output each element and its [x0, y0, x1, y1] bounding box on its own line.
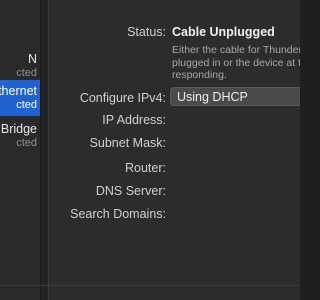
status-description-line: Either the cable for Thunderbol: [172, 44, 300, 56]
search-domains-label: Search Domains:: [70, 207, 166, 221]
status-description-line: responding.: [172, 69, 227, 81]
dns-server-label: DNS Server:: [95, 184, 166, 198]
status-label: Status:: [127, 25, 166, 39]
service-status: cted: [16, 137, 37, 149]
configure-ipv4-popup[interactable]: Using DHCP: [170, 87, 300, 106]
service-name: N: [27, 52, 37, 66]
ip-address-label: IP Address:: [102, 113, 166, 127]
status-description: Either the cable for Thunderbol plugged …: [172, 44, 300, 82]
bottom-divider: [0, 285, 300, 286]
router-label: Router:: [125, 161, 166, 175]
status-value: Cable Unplugged: [172, 25, 275, 39]
service-item-thunderbolt-bridge[interactable]: Bridge cted: [0, 116, 40, 152]
service-list: N cted thernet cted Bridge cted: [0, 0, 41, 300]
configure-ipv4-label: Configure IPv4:: [79, 91, 166, 105]
subnet-mask-label: Subnet Mask:: [89, 136, 166, 150]
service-status: cted: [16, 99, 37, 111]
service-name: thernet: [0, 84, 37, 98]
configure-ipv4-value: Using DHCP: [177, 90, 248, 104]
service-item-thunderbolt-ethernet[interactable]: thernet cted: [0, 80, 40, 116]
service-detail-panel: Status: Cable Unplugged Either the cable…: [48, 0, 300, 300]
network-preferences-window: N cted thernet cted Bridge cted Status: …: [0, 0, 300, 300]
status-description-line: plugged in or the device at the: [172, 56, 300, 69]
service-name: Bridge: [0, 122, 37, 136]
service-status: cted: [16, 67, 37, 79]
service-item-1[interactable]: N cted: [0, 44, 40, 80]
